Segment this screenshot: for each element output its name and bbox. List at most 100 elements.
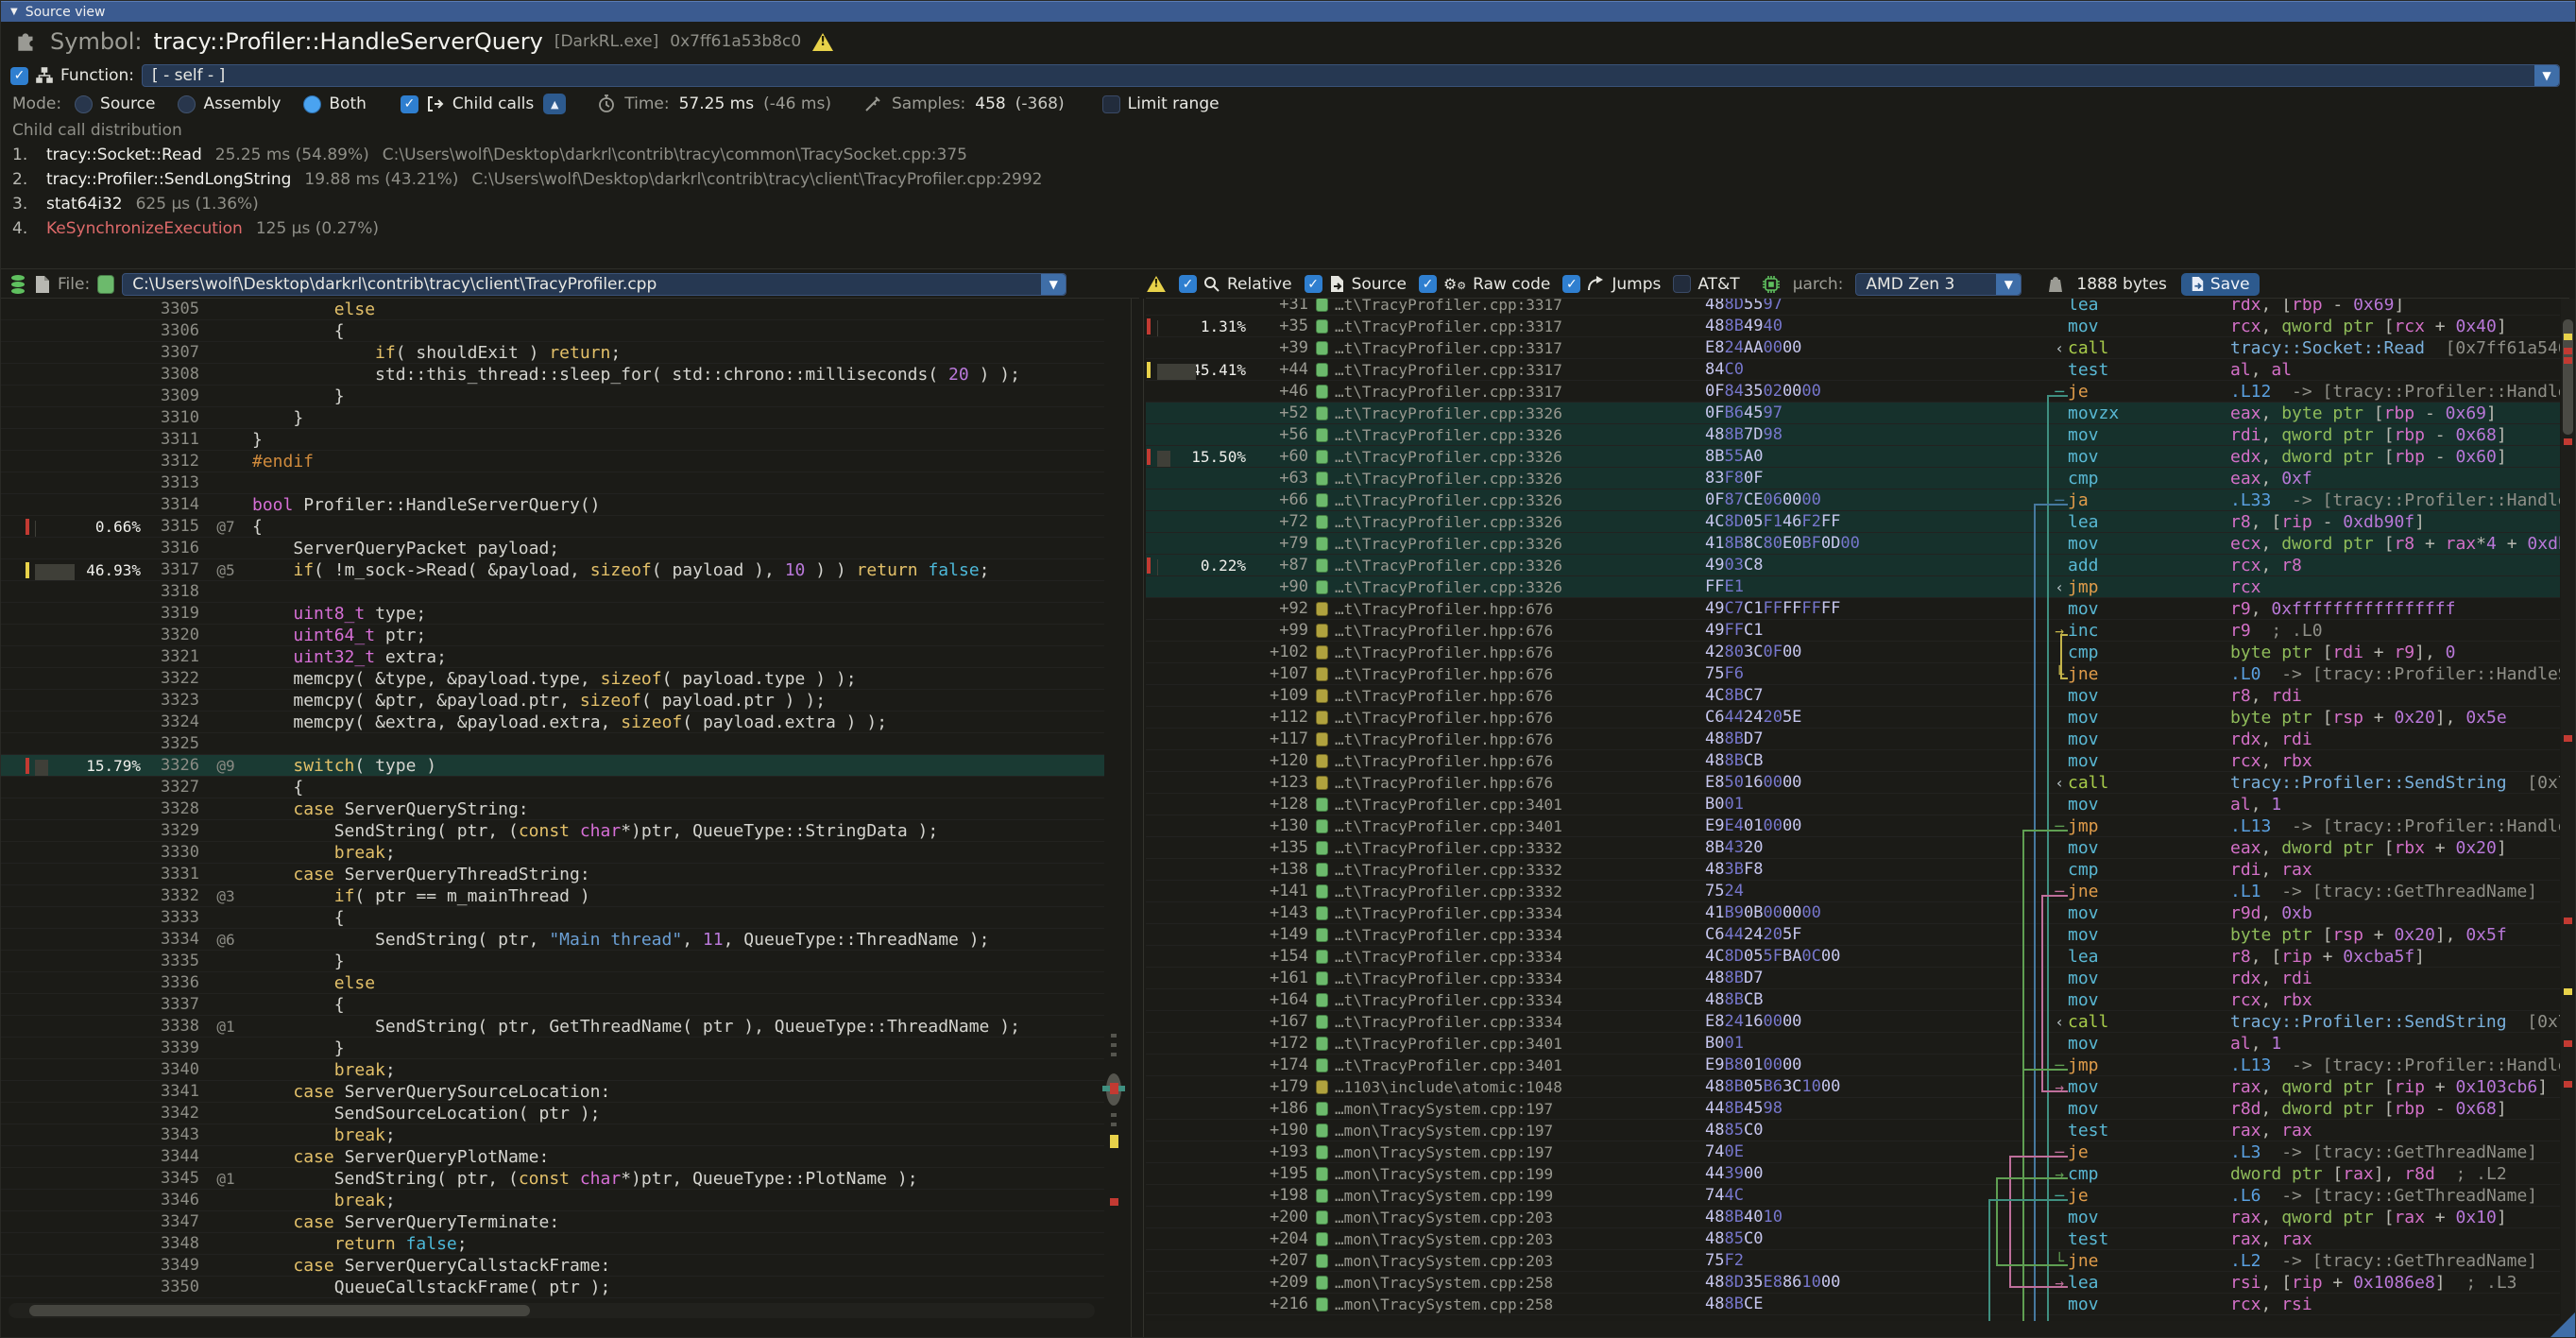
asm-line[interactable]: 45.41%+44…t\TracyProfiler.cpp:331784C0te… <box>1146 359 2560 381</box>
asm-line[interactable]: +46…t\TracyProfiler.cpp:33170F8435020000… <box>1146 381 2560 403</box>
source-line[interactable]: 3348 return false; <box>1 1233 1104 1255</box>
asm-line[interactable]: +31…t\TracyProfiler.cpp:3317488D5597lear… <box>1146 299 2560 316</box>
asm-line[interactable]: +209…mon\TracySystem.cpp:258488D35E88610… <box>1146 1272 2560 1294</box>
asm-line[interactable]: +138…t\TracyProfiler.cpp:3332483BF8cmprd… <box>1146 859 2560 881</box>
child-call-entry[interactable]: 3.stat64i32625 µs (1.36%) <box>12 192 2575 216</box>
source-line[interactable]: 3322 memcpy( &type, &payload.type, sizeo… <box>1 668 1104 690</box>
child-call-entry[interactable]: 4.KeSynchronizeExecution125 µs (0.27%) <box>12 216 2575 241</box>
asm-line[interactable]: +190…mon\TracySystem.cpp:1974885C0testra… <box>1146 1120 2560 1141</box>
source-vertical-scrollbar[interactable] <box>1106 299 1121 1337</box>
asm-line[interactable]: +120…t\TracyProfiler.hpp:676488BCBmovrcx… <box>1146 750 2560 772</box>
source-line[interactable]: 3312#endif <box>1 451 1104 472</box>
chevron-down-icon[interactable]: ▼ <box>1041 274 1066 295</box>
asm-line[interactable]: +207…mon\TracySystem.cpp:20375F2└jne.L2 … <box>1146 1250 2560 1272</box>
source-line[interactable]: 3329 SendString( ptr, (const char*)ptr, … <box>1 820 1104 842</box>
child-call-entry[interactable]: 1.tracy::Socket::Read25.25 ms (54.89%)C:… <box>12 143 2575 167</box>
asm-line[interactable]: +135…t\TracyProfiler.cpp:33328B4320movea… <box>1146 837 2560 859</box>
function-checkbox[interactable]: ✓ <box>10 67 28 85</box>
source-line[interactable]: 3336 else <box>1 972 1104 994</box>
source-line[interactable]: 3331 case ServerQueryThreadString: <box>1 864 1104 885</box>
source-line[interactable]: 3332@3 if( ptr == m_mainThread ) <box>1 885 1104 907</box>
asm-line[interactable]: +186…mon\TracySystem.cpp:197448B4598movr… <box>1146 1098 2560 1120</box>
source-line[interactable]: 3309 } <box>1 386 1104 407</box>
asm-line[interactable]: +204…mon\TracySystem.cpp:2034885C0testra… <box>1146 1228 2560 1250</box>
source-line[interactable]: 3349 case ServerQueryCallstackFrame: <box>1 1255 1104 1277</box>
source-line[interactable]: 3340 break; <box>1 1059 1104 1081</box>
asm-line[interactable]: +102…t\TracyProfiler.hpp:67642803C0F00cm… <box>1146 642 2560 663</box>
relative-checkbox[interactable]: ✓ Relative <box>1179 275 1292 294</box>
source-line[interactable]: 3305 else <box>1 299 1104 320</box>
source-line[interactable]: 46.93%3317@5 if( !m_sock->Read( &payload… <box>1 559 1104 581</box>
asm-line[interactable]: +216…mon\TracySystem.cpp:258488BCEmovrcx… <box>1146 1294 2560 1315</box>
child-call-entry[interactable]: 2.tracy::Profiler::SendLongString19.88 m… <box>12 167 2575 192</box>
asm-line[interactable]: +117…t\TracyProfiler.hpp:676488BD7movrdx… <box>1146 729 2560 750</box>
chevron-down-icon[interactable]: ▼ <box>1996 274 2021 295</box>
asm-line[interactable]: +174…t\TracyProfiler.cpp:3401E9B8010000─… <box>1146 1055 2560 1076</box>
asm-line[interactable]: +52…t\TracyProfiler.cpp:33260FB64597movz… <box>1146 403 2560 424</box>
source-line[interactable]: 3342 SendSourceLocation( ptr ); <box>1 1103 1104 1124</box>
source-line[interactable]: 3333 { <box>1 907 1104 929</box>
source-line[interactable]: 0.66%3315@7{ <box>1 516 1104 538</box>
asm-line[interactable]: +195…mon\TracySystem.cpp:199443900→cmpdw… <box>1146 1163 2560 1185</box>
asm-line[interactable]: +123…t\TracyProfiler.hpp:676E850160000‹c… <box>1146 772 2560 794</box>
rawcode-checkbox[interactable]: ✓ ⚙⚙ Raw code <box>1419 275 1550 294</box>
save-button[interactable]: Save <box>2181 273 2260 296</box>
expand-up-button[interactable]: ▲ <box>543 94 566 114</box>
asm-line[interactable]: 1.31%+35…t\TracyProfiler.cpp:3317488B494… <box>1146 316 2560 337</box>
source-line[interactable]: 3334@6 SendString( ptr, "Main thread", 1… <box>1 929 1104 951</box>
source-line[interactable]: 3311} <box>1 429 1104 451</box>
source-line[interactable]: 3339 } <box>1 1038 1104 1059</box>
scrollbar-thumb[interactable] <box>29 1305 530 1316</box>
radio-source[interactable]: Source <box>75 94 155 113</box>
limit-range-checkbox[interactable]: Limit range <box>1102 94 1220 113</box>
source-line[interactable]: 3337 { <box>1 994 1104 1016</box>
source-line[interactable]: 3345@1 SendString( ptr, (const char*)ptr… <box>1 1168 1104 1190</box>
source-line[interactable]: 3344 case ServerQueryPlotName: <box>1 1146 1104 1168</box>
radio-assembly[interactable]: Assembly <box>178 94 281 113</box>
file-combo[interactable]: C:\Users\wolf\Desktop\darkrl\contrib\tra… <box>122 273 1066 296</box>
source-line[interactable]: 3314bool Profiler::HandleServerQuery() <box>1 494 1104 516</box>
asm-line[interactable]: +172…t\TracyProfiler.cpp:3401B001moval, … <box>1146 1033 2560 1055</box>
assembly-vertical-scrollbar[interactable] <box>2561 299 2575 1320</box>
asm-line[interactable]: +193…mon\TracySystem.cpp:197740E─je.L3 -… <box>1146 1141 2560 1163</box>
asm-line[interactable]: +164…t\TracyProfiler.cpp:3334488BCBmovrc… <box>1146 989 2560 1011</box>
source-line[interactable]: 3310 } <box>1 407 1104 429</box>
asm-line[interactable]: +39…t\TracyProfiler.cpp:3317E824AA0000‹c… <box>1146 337 2560 359</box>
source-checkbox[interactable]: ✓ Source <box>1305 275 1407 294</box>
jumps-checkbox[interactable]: ✓ Jumps <box>1562 275 1661 294</box>
att-checkbox[interactable]: AT&T <box>1673 275 1739 294</box>
asm-line[interactable]: +179…1103\include\atomic:1048488B05B63C1… <box>1146 1076 2560 1098</box>
asm-line[interactable]: +167…t\TracyProfiler.cpp:3334E824160000‹… <box>1146 1011 2560 1033</box>
asm-line[interactable]: +90…t\TracyProfiler.cpp:3326FFE1‹jmprcx <box>1146 576 2560 598</box>
asm-line[interactable]: +109…t\TracyProfiler.hpp:6764C8BC7movr8,… <box>1146 685 2560 707</box>
asm-line[interactable]: 15.50%+60…t\TracyProfiler.cpp:33268B55A0… <box>1146 446 2560 468</box>
asm-line[interactable]: +154…t\TracyProfiler.cpp:33344C8D055FBA0… <box>1146 946 2560 968</box>
source-line[interactable]: 3307 if( shouldExit ) return; <box>1 342 1104 364</box>
title-bar[interactable]: ▼ Source view <box>1 1 2575 22</box>
source-line[interactable]: 3335 } <box>1 951 1104 972</box>
asm-line[interactable]: +143…t\TracyProfiler.cpp:333441B90B00000… <box>1146 902 2560 924</box>
asm-line[interactable]: +128…t\TracyProfiler.cpp:3401B001moval, … <box>1146 794 2560 815</box>
radio-both[interactable]: Both <box>303 94 367 113</box>
pane-splitter[interactable] <box>1131 299 1144 1337</box>
file-color-swatch[interactable] <box>97 275 114 294</box>
asm-line[interactable]: +130…t\TracyProfiler.cpp:3401E9E4010000─… <box>1146 815 2560 837</box>
source-line[interactable]: 3338@1 SendString( ptr, GetThreadName( p… <box>1 1016 1104 1038</box>
asm-line[interactable]: +79…t\TracyProfiler.cpp:3326418B8C80E0BF… <box>1146 533 2560 555</box>
asm-line[interactable]: +198…mon\TracySystem.cpp:199744C─je.L6 -… <box>1146 1185 2560 1207</box>
asm-line[interactable]: +66…t\TracyProfiler.cpp:33260F87CE060000… <box>1146 489 2560 511</box>
asm-line[interactable]: +200…mon\TracySystem.cpp:203488B4010movr… <box>1146 1207 2560 1228</box>
source-line[interactable]: 3321 uint32_t extra; <box>1 646 1104 668</box>
source-line[interactable]: 3320 uint64_t ptr; <box>1 625 1104 646</box>
asm-line[interactable]: +72…t\TracyProfiler.cpp:33264C8D05F146F2… <box>1146 511 2560 533</box>
source-line[interactable]: 3308 std::this_thread::sleep_for( std::c… <box>1 364 1104 386</box>
asm-line[interactable]: +56…t\TracyProfiler.cpp:3326488B7D98movr… <box>1146 424 2560 446</box>
source-line[interactable]: 3316 ServerQueryPacket payload; <box>1 538 1104 559</box>
asm-line[interactable]: +99…t\TracyProfiler.hpp:67649FFC1→incr9 … <box>1146 620 2560 642</box>
source-line[interactable]: 3313 <box>1 472 1104 494</box>
source-horizontal-scrollbar[interactable] <box>9 1303 1095 1318</box>
source-line[interactable]: 3324 memcpy( &extra, &payload.extra, siz… <box>1 712 1104 733</box>
source-line[interactable]: 3306 { <box>1 320 1104 342</box>
child-calls-checkbox[interactable]: ✓ Child calls <box>401 94 534 113</box>
uarch-combo[interactable]: AMD Zen 3 ▼ <box>1855 273 2022 296</box>
